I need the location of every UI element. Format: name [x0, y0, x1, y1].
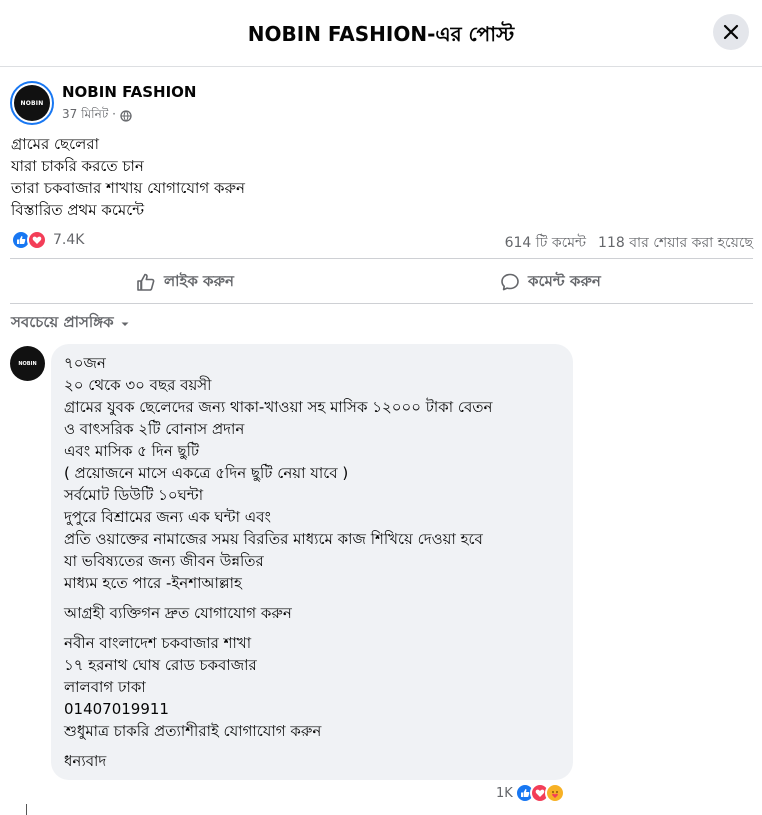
comment-line: ২০ থেকে ৩০ বছর বয়সী: [64, 376, 212, 394]
comment-line: নবীন বাংলাদেশ চকবাজার শাখা: [64, 634, 252, 652]
comment-line: লালবাগ ঢাকা: [64, 678, 146, 696]
comment-line: ১৭ হরনাথ ঘোষ রোড চকবাজার: [64, 656, 257, 674]
comment-reactions[interactable]: 1K: [496, 783, 565, 803]
comment-button[interactable]: কমেন্ট করুন: [500, 266, 601, 298]
page-avatar[interactable]: NOBIN: [10, 81, 54, 125]
care-reaction-icon: [544, 783, 565, 803]
comment-line: মাধ্যম হতে পারে -ইনশাআল্লাহ: [64, 574, 242, 592]
divider: [10, 258, 753, 259]
close-icon: [723, 24, 739, 40]
like-button-label: লাইক করুন: [164, 271, 235, 290]
chevron-down-icon: [121, 322, 129, 326]
love-reaction-icon: [27, 230, 47, 250]
like-button[interactable]: লাইক করুন: [136, 266, 234, 298]
close-button[interactable]: [713, 14, 749, 50]
page-avatar-logo: NOBIN: [14, 85, 50, 121]
comment-avatar[interactable]: NOBIN: [10, 346, 45, 381]
reaction-count: 7.4K: [53, 232, 85, 248]
post-text-line: তারা চকবাজার শাখায় যোগাযোগ করুন: [11, 179, 245, 197]
comment-line: গ্রামের যুবক ছেলেদের জন্য থাকা-খাওয়া সহ…: [64, 398, 493, 416]
comment-line: প্রতি ওয়াক্তের নামাজের সময় বিরতির মাধ্…: [64, 530, 483, 548]
post-stats: 614 টি কমেন্ট 118 বার শেয়ার করা হয়েছে: [505, 231, 753, 255]
post-meta: 37 মিনিট ·: [62, 106, 132, 126]
comment-line: ও বাৎসরিক ২টি বোনাস প্রদান: [64, 420, 245, 438]
dialog-title: NOBIN FASHION-এর পোস্ট: [247, 22, 515, 46]
comment-line: সর্বমোট ডিউটি ১০ঘন্টা: [64, 486, 204, 504]
comment-button-label: কমেন্ট করুন: [528, 271, 601, 290]
comment-line: আগ্রহী ব্যক্তিগন দ্রুত যোগাযোগ করুন: [64, 604, 292, 622]
globe-icon: [120, 110, 132, 122]
comment-icon: [501, 273, 519, 291]
like-icon: [137, 273, 155, 291]
comment-sort-label: সবচেয়ে প্রাসঙ্গিক: [11, 313, 114, 331]
page-name-link[interactable]: NOBIN FASHION: [62, 83, 196, 101]
comment-reaction-count: 1K: [496, 785, 513, 801]
comment-bubble: ৭০জন ২০ থেকে ৩০ বছর বয়সী গ্রামের যুবক ছ…: [51, 344, 573, 780]
comment-count-link[interactable]: 614 টি কমেন্ট: [505, 231, 586, 255]
comment-sort-dropdown[interactable]: সবচেয়ে প্রাসঙ্গিক: [11, 311, 130, 336]
comment-line: ( প্রয়োজনে মাসে একত্রে ৫দিন ছুটি নেয়া …: [64, 464, 349, 482]
post-text-line: গ্রামের ছেলেরা: [11, 135, 99, 153]
post-text: গ্রামের ছেলেরা যারা চাকরি করতে চান তারা …: [11, 133, 245, 221]
comment-line: ধন্যবাদ: [64, 752, 107, 770]
thread-line: [26, 804, 27, 815]
comment-phone: 01407019911: [64, 700, 169, 718]
comment-line: দুপুরে বিশ্রামের জন্য এক ঘন্টা এবং: [64, 508, 271, 526]
post-text-line: বিস্তারিত প্রথম কমেন্টে: [11, 201, 145, 219]
comment-line: শুধুমাত্র চাকরি প্রত্যাশীরাই যোগাযোগ করু…: [64, 722, 322, 740]
divider: [10, 303, 753, 304]
comment-line: এবং মাসিক ৫ দিন ছুটি: [64, 442, 200, 460]
post-time[interactable]: 37 মিনিট ·: [62, 106, 116, 126]
comment-line: ৭০জন: [64, 354, 106, 372]
dialog-header: NOBIN FASHION-এর পোস্ট: [0, 0, 762, 67]
share-count-link[interactable]: 118 বার শেয়ার করা হয়েছে: [598, 231, 753, 255]
post-text-line: যারা চাকরি করতে চান: [11, 157, 144, 175]
post-reactions[interactable]: 7.4K: [11, 230, 84, 250]
comment-line: যা ভবিষ্যতের জন্য জীবন উন্নতির: [64, 552, 264, 570]
